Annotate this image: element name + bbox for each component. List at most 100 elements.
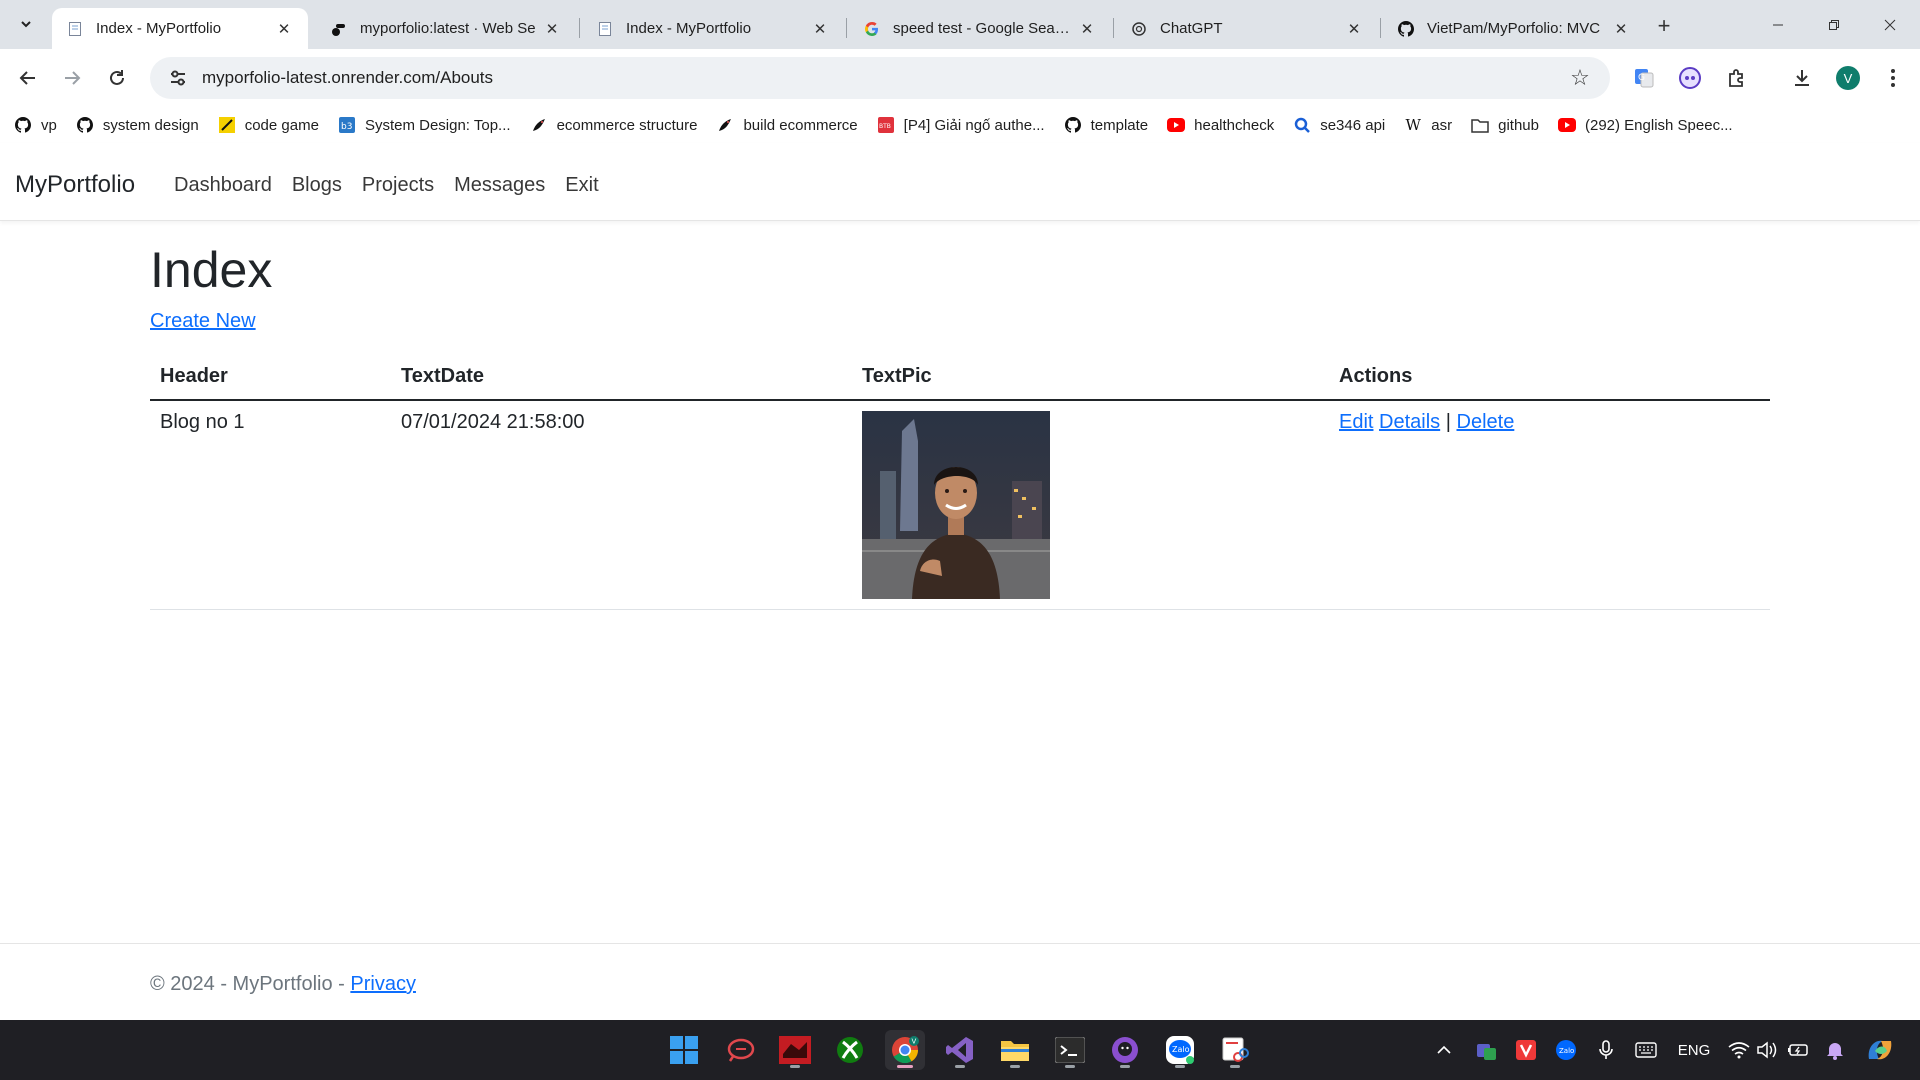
reload-icon[interactable] bbox=[101, 62, 133, 94]
wifi-icon[interactable] bbox=[1726, 1038, 1752, 1062]
forward-arrow-icon[interactable] bbox=[56, 62, 88, 94]
column-header: TextDate bbox=[391, 355, 852, 401]
extension-icon[interactable] bbox=[1674, 62, 1706, 94]
web-page: MyPortfolio Dashboard Blogs Projects Mes… bbox=[0, 143, 1920, 1020]
show-hidden-icons-chevron-icon[interactable] bbox=[1432, 1038, 1456, 1062]
tab-render[interactable]: myporfolio:latest · Web Se ✕ bbox=[316, 8, 576, 49]
bookmark-ecommerce-structure[interactable]: ecommerce structure bbox=[530, 116, 698, 134]
close-icon[interactable]: ✕ bbox=[810, 19, 830, 39]
language-indicator[interactable]: ENG bbox=[1672, 1038, 1716, 1062]
close-icon[interactable]: ✕ bbox=[274, 19, 294, 39]
bookmark-label: System Design: Top... bbox=[364, 116, 511, 134]
file-explorer-icon[interactable] bbox=[995, 1030, 1035, 1070]
bookmark-github[interactable]: github bbox=[1471, 116, 1539, 134]
cell-date: 07/01/2024 21:58:00 bbox=[391, 400, 852, 610]
nav-messages[interactable]: Messages bbox=[454, 174, 545, 197]
footer-text: © 2024 - MyPortfolio - Privacy bbox=[150, 973, 416, 996]
privacy-link[interactable]: Privacy bbox=[350, 973, 416, 995]
close-icon[interactable]: ✕ bbox=[1077, 19, 1097, 39]
tab-title: myporfolio:latest · Web Se bbox=[360, 20, 536, 37]
tab-github[interactable]: VietPam/MyPorfolio: MVC ✕ bbox=[1383, 8, 1645, 49]
search-icon bbox=[1293, 116, 1311, 134]
bookmark-system-design[interactable]: system design bbox=[76, 116, 199, 134]
address-bar[interactable]: myporfolio-latest.onrender.com/Abouts ☆ bbox=[150, 57, 1610, 99]
bookmark-label: ecommerce structure bbox=[556, 116, 698, 134]
close-icon[interactable]: ✕ bbox=[542, 19, 562, 39]
github-icon bbox=[14, 116, 32, 134]
vivaldi-tray-icon[interactable] bbox=[1512, 1038, 1540, 1062]
bookmark-system-design-top[interactable]: b3 System Design: Top... bbox=[338, 116, 511, 134]
google-translate-icon[interactable]: G bbox=[1628, 62, 1660, 94]
bookmark-code-game[interactable]: code game bbox=[218, 116, 319, 134]
site-settings-icon[interactable] bbox=[158, 58, 198, 98]
details-link[interactable]: Details bbox=[1379, 411, 1440, 433]
terminal-icon[interactable] bbox=[1050, 1030, 1090, 1070]
xbox-icon[interactable] bbox=[830, 1030, 870, 1070]
bookmark-label: code game bbox=[244, 116, 319, 134]
nav-exit[interactable]: Exit bbox=[565, 174, 598, 197]
delete-link[interactable]: Delete bbox=[1457, 411, 1515, 433]
tab-title: ChatGPT bbox=[1160, 20, 1223, 37]
bookmark-viblo[interactable]: BTB [P4] Giải ngố authe... bbox=[877, 116, 1045, 134]
bookmark-template[interactable]: template bbox=[1064, 116, 1148, 134]
bookmark-english-speech[interactable]: (292) English Speec... bbox=[1557, 116, 1733, 134]
volume-icon[interactable] bbox=[1754, 1038, 1780, 1062]
download-icon[interactable] bbox=[1786, 62, 1818, 94]
microphone-icon[interactable] bbox=[1592, 1038, 1620, 1062]
viblo-icon: BTB bbox=[877, 116, 895, 134]
abouts-table: Header TextDate TextPic Actions Blog no … bbox=[150, 355, 1770, 610]
restore-icon[interactable] bbox=[1806, 0, 1862, 49]
bookmark-se346-api[interactable]: se346 api bbox=[1293, 116, 1385, 134]
brand-link[interactable]: MyPortfolio bbox=[15, 171, 135, 199]
tab-separator bbox=[579, 18, 580, 38]
visual-studio-icon[interactable] bbox=[940, 1030, 980, 1070]
nav-dashboard[interactable]: Dashboard bbox=[174, 174, 272, 197]
chat-app-icon[interactable] bbox=[720, 1030, 760, 1070]
nav-projects[interactable]: Projects bbox=[362, 174, 434, 197]
app-navbar: MyPortfolio Dashboard Blogs Projects Mes… bbox=[0, 143, 1920, 221]
close-window-icon[interactable] bbox=[1862, 0, 1918, 49]
menu-kebab-icon[interactable] bbox=[1877, 62, 1909, 94]
tab-google[interactable]: speed test - Google Search ✕ bbox=[849, 8, 1111, 49]
tab-chatgpt[interactable]: ChatGPT ✕ bbox=[1116, 8, 1378, 49]
bookmark-star-icon[interactable]: ☆ bbox=[1560, 58, 1600, 98]
copilot-icon[interactable] bbox=[1862, 1038, 1898, 1062]
game-app-icon[interactable] bbox=[775, 1030, 815, 1070]
teams-tray-icon[interactable] bbox=[1472, 1038, 1500, 1062]
new-tab-plus-icon[interactable]: + bbox=[1650, 12, 1678, 40]
nav-blogs[interactable]: Blogs bbox=[292, 174, 342, 197]
notification-bell-icon[interactable] bbox=[1822, 1038, 1848, 1062]
bookmark-build-ecommerce[interactable]: build ecommerce bbox=[716, 116, 858, 134]
profile-avatar[interactable]: V bbox=[1836, 66, 1860, 90]
edit-link[interactable]: Edit bbox=[1339, 411, 1373, 433]
running-indicator bbox=[1065, 1065, 1075, 1068]
tab-index-active[interactable]: Index - MyPortfolio ✕ bbox=[52, 8, 308, 49]
zalo-icon[interactable]: Zalo bbox=[1160, 1030, 1200, 1070]
main-content: Index Create New Header TextDate TextPic… bbox=[150, 243, 1770, 610]
bookmark-healthcheck[interactable]: healthcheck bbox=[1167, 116, 1274, 134]
google-icon bbox=[863, 20, 881, 38]
zalo-tray-icon[interactable]: Zalo bbox=[1552, 1038, 1580, 1062]
back-arrow-icon[interactable] bbox=[12, 62, 44, 94]
tab-index[interactable]: Index - MyPortfolio ✕ bbox=[582, 8, 844, 49]
create-new-link[interactable]: Create New bbox=[150, 310, 256, 333]
column-header: TextPic bbox=[852, 355, 1329, 401]
bookmark-vp[interactable]: vp bbox=[14, 116, 57, 134]
close-icon[interactable]: ✕ bbox=[1344, 19, 1364, 39]
bookmark-asr[interactable]: Wasr bbox=[1404, 116, 1453, 134]
battery-icon[interactable] bbox=[1784, 1038, 1812, 1062]
keyboard-icon[interactable] bbox=[1632, 1038, 1660, 1062]
folder-icon bbox=[1471, 116, 1489, 134]
chrome-icon[interactable]: V bbox=[885, 1030, 925, 1070]
page-footer: © 2024 - MyPortfolio - Privacy bbox=[0, 943, 1920, 1020]
windows-start-icon[interactable] bbox=[664, 1030, 704, 1070]
browser-toolbar: myporfolio-latest.onrender.com/Abouts ☆ … bbox=[0, 49, 1920, 107]
close-icon[interactable]: ✕ bbox=[1611, 19, 1631, 39]
snipping-tool-icon[interactable] bbox=[1215, 1030, 1255, 1070]
minimize-icon[interactable] bbox=[1750, 0, 1806, 49]
render-icon bbox=[330, 20, 348, 38]
tab-search-chevron-icon[interactable] bbox=[12, 10, 40, 38]
running-indicator bbox=[1175, 1065, 1185, 1068]
github-desktop-icon[interactable] bbox=[1105, 1030, 1145, 1070]
puzzle-extensions-icon[interactable] bbox=[1720, 62, 1752, 94]
